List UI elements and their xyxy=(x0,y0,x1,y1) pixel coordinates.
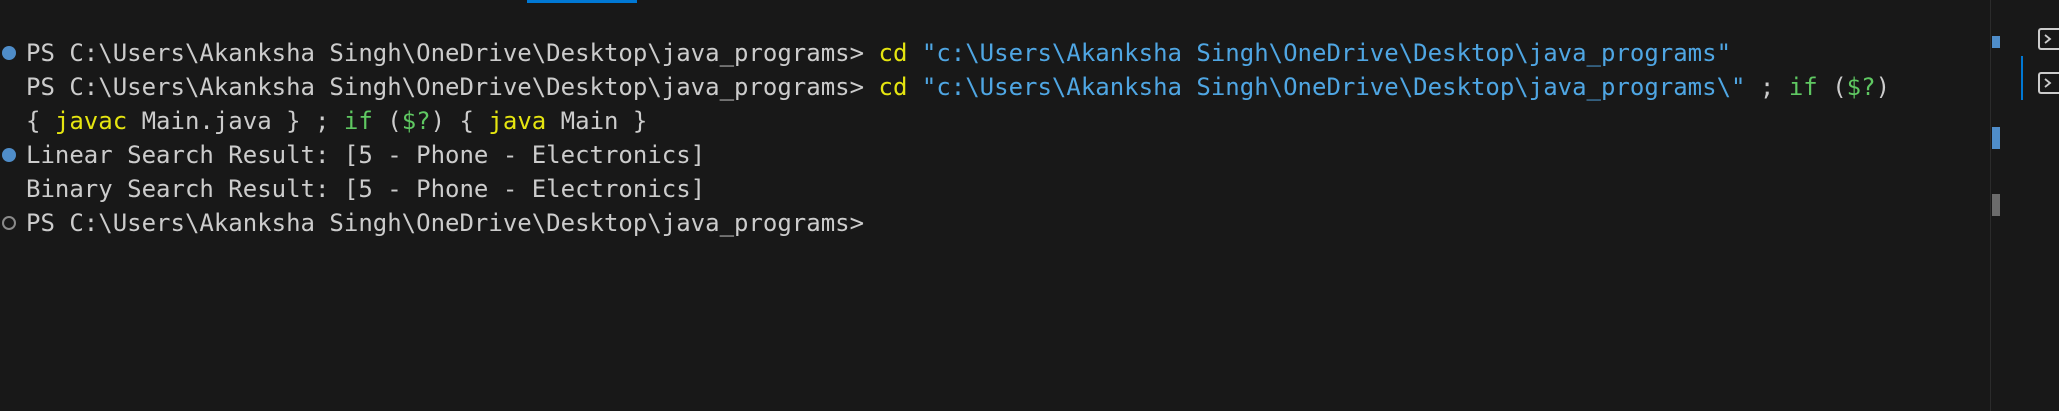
terminal-text-var: $? xyxy=(401,107,431,135)
terminal-line: Binary Search Result: [5 - Phone - Elect… xyxy=(0,172,1990,206)
terminal-powershell-icon[interactable] xyxy=(2038,72,2059,94)
terminal-line: { javac Main.java } ; if ($?) { java Mai… xyxy=(0,104,1990,138)
terminal-text-plain: Binary Search Result: [5 - Phone - Elect… xyxy=(26,175,706,203)
terminal-text-kw: if xyxy=(1788,73,1818,101)
terminal-text-plain: ; xyxy=(1745,73,1789,101)
terminal-text-cmd: cd xyxy=(878,39,908,67)
terminal-text-str: "c:\Users\Akanksha Singh\OneDrive\Deskto… xyxy=(921,39,1732,67)
terminal-text-plain: PS C:\Users\Akanksha Singh\OneDrive\Desk… xyxy=(26,39,879,67)
chevron-right-icon xyxy=(2044,34,2052,44)
vertical-scrollbar[interactable] xyxy=(1990,0,1991,411)
terminal-text-plain: PS C:\Users\Akanksha Singh\OneDrive\Desk… xyxy=(26,209,865,237)
scroll-marker-command xyxy=(1992,127,2000,149)
terminal-text-plain: Main } xyxy=(546,107,648,135)
terminal-text-plain: Linear Search Result: [5 - Phone - Elect… xyxy=(26,141,706,169)
terminal-line: Linear Search Result: [5 - Phone - Elect… xyxy=(0,138,1990,172)
terminal-text-cmd: cd xyxy=(878,73,908,101)
terminal-output[interactable]: PS C:\Users\Akanksha Singh\OneDrive\Desk… xyxy=(0,36,1990,240)
terminal-text-plain: Main.java } ; xyxy=(127,107,344,135)
terminal-text-plain: ( xyxy=(1817,73,1847,101)
terminal-panel[interactable]: PS C:\Users\Akanksha Singh\OneDrive\Desk… xyxy=(0,0,1990,411)
terminal-text-var: $? xyxy=(1846,73,1876,101)
terminal-text-plain: { xyxy=(26,107,55,135)
terminal-text-kw: if xyxy=(343,107,373,135)
terminal-text-plain: ( xyxy=(372,107,402,135)
terminal-text-plain: ) { xyxy=(430,107,489,135)
command-success-decoration[interactable] xyxy=(2,46,16,60)
panel-separator xyxy=(2021,56,2023,100)
command-default-decoration[interactable] xyxy=(2,216,16,230)
terminal-text-cmd: javac xyxy=(54,107,128,135)
terminal-text-plain: PS C:\Users\Akanksha Singh\OneDrive\Desk… xyxy=(26,73,879,101)
terminal-text-cmd: java xyxy=(488,107,547,135)
terminal-text-plain: ) xyxy=(1875,73,1891,101)
chevron-right-icon xyxy=(2044,78,2052,88)
terminal-powershell-icon[interactable] xyxy=(2038,28,2059,50)
terminal-line: PS C:\Users\Akanksha Singh\OneDrive\Desk… xyxy=(0,36,1990,70)
scroll-marker-command xyxy=(1992,36,2000,48)
terminal-line: PS C:\Users\Akanksha Singh\OneDrive\Desk… xyxy=(0,70,1990,104)
terminal-text-str: "c:\Users\Akanksha Singh\OneDrive\Deskto… xyxy=(921,73,1746,101)
terminal-text-plain xyxy=(907,73,921,101)
terminal-line: PS C:\Users\Akanksha Singh\OneDrive\Desk… xyxy=(0,206,1990,240)
terminal-text-plain xyxy=(907,39,921,67)
active-tab-indicator xyxy=(527,0,637,3)
scrollbar-thumb[interactable] xyxy=(1992,194,2000,216)
command-success-decoration[interactable] xyxy=(2,148,16,162)
